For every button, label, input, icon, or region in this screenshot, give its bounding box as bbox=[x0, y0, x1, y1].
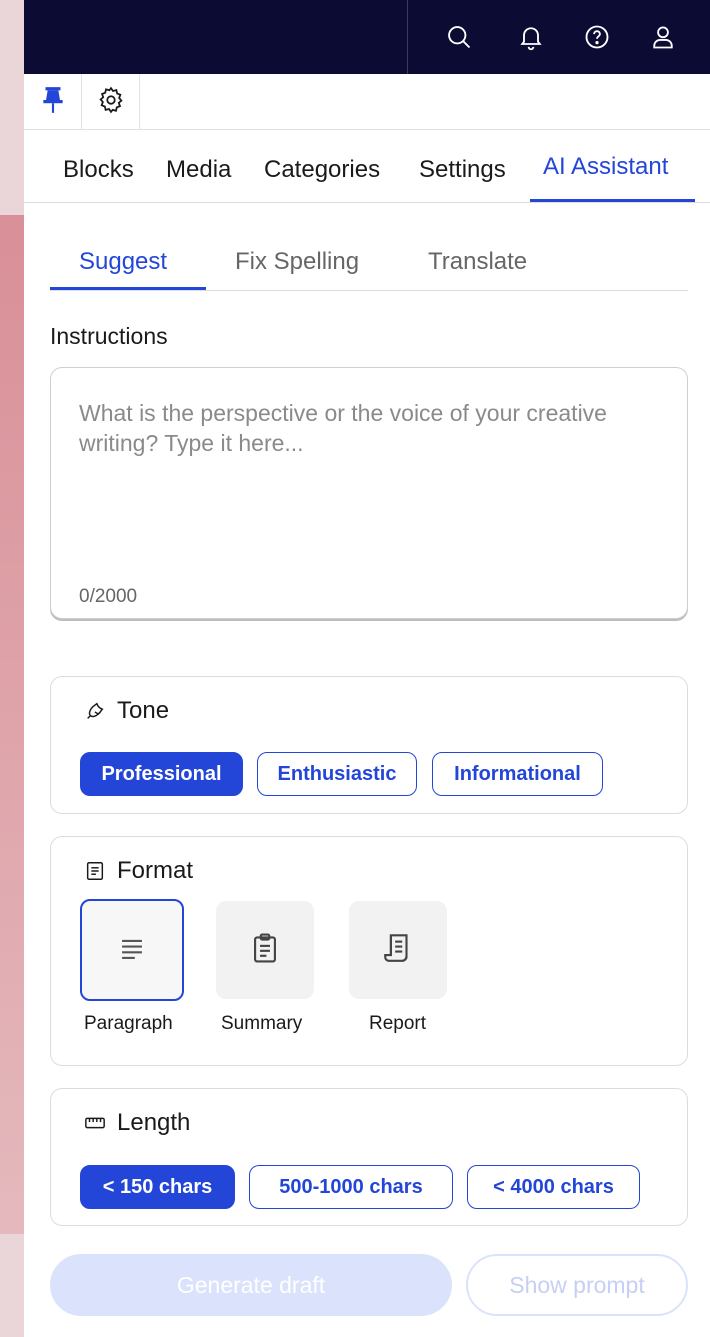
tone-option-enthusiastic[interactable]: Enthusiastic bbox=[257, 752, 417, 796]
ai-assistant-panel: Blocks Media Categories Settings AI Assi… bbox=[24, 0, 710, 1337]
bell-icon[interactable] bbox=[516, 22, 546, 52]
instructions-box: 0/2000 bbox=[50, 367, 688, 619]
format-title-text: Format bbox=[117, 857, 194, 884]
header-divider bbox=[407, 0, 408, 74]
generate-draft-button[interactable]: Generate draft bbox=[50, 1254, 452, 1316]
tone-title: Tone bbox=[83, 697, 169, 725]
document-icon bbox=[83, 859, 107, 883]
tab-blocks[interactable]: Blocks bbox=[63, 156, 134, 184]
format-label-report: Report bbox=[369, 1013, 427, 1034]
tone-section: Tone Professional Enthusiastic Informati… bbox=[50, 676, 688, 814]
length-section: Length < 150 chars 500-1000 chars < 4000… bbox=[50, 1088, 688, 1226]
format-label-paragraph: Paragraph bbox=[84, 1013, 173, 1034]
active-tab-indicator bbox=[530, 199, 695, 202]
length-title-text: Length bbox=[117, 1109, 191, 1136]
subtab-fix-spelling[interactable]: Fix Spelling bbox=[235, 248, 359, 276]
subtab-suggest[interactable]: Suggest bbox=[79, 248, 167, 276]
tone-option-informational[interactable]: Informational bbox=[432, 752, 603, 796]
help-icon[interactable] bbox=[582, 22, 612, 52]
pin-icon bbox=[40, 85, 66, 120]
length-option-500-1000[interactable]: 500-1000 chars bbox=[249, 1165, 453, 1209]
clipboard-icon bbox=[248, 931, 282, 970]
ruler-icon bbox=[83, 1111, 107, 1135]
format-section: Format Paragraph Summary Report bbox=[50, 836, 688, 1066]
instructions-input[interactable] bbox=[79, 398, 659, 548]
show-prompt-button[interactable]: Show prompt bbox=[466, 1254, 688, 1316]
tone-title-text: Tone bbox=[117, 697, 170, 724]
format-label-summary: Summary bbox=[221, 1013, 303, 1034]
length-option-4000[interactable]: < 4000 chars bbox=[467, 1165, 640, 1209]
format-title: Format bbox=[83, 857, 193, 885]
tab-ai-assistant[interactable]: AI Assistant bbox=[543, 153, 668, 181]
pin-button[interactable] bbox=[24, 74, 82, 130]
sub-tabs: Suggest Fix Spelling Translate bbox=[50, 203, 688, 291]
tab-media[interactable]: Media bbox=[166, 156, 231, 184]
search-icon[interactable] bbox=[444, 22, 474, 52]
paragraph-icon bbox=[115, 931, 149, 970]
character-counter: 0/2000 bbox=[79, 586, 138, 607]
scroll-icon bbox=[381, 931, 415, 970]
tab-categories[interactable]: Categories bbox=[264, 156, 380, 184]
gear-icon bbox=[96, 85, 126, 120]
length-title: Length bbox=[83, 1109, 190, 1137]
instructions-label: Instructions bbox=[50, 323, 168, 349]
format-option-report[interactable] bbox=[349, 901, 447, 999]
tone-option-professional[interactable]: Professional bbox=[80, 752, 243, 796]
subtab-translate[interactable]: Translate bbox=[428, 248, 527, 276]
format-option-paragraph[interactable] bbox=[80, 899, 184, 1001]
settings-button[interactable] bbox=[82, 74, 140, 130]
panel-toolbar bbox=[24, 74, 710, 130]
format-option-summary[interactable] bbox=[216, 901, 314, 999]
active-subtab-indicator bbox=[50, 287, 206, 290]
length-option-150[interactable]: < 150 chars bbox=[80, 1165, 235, 1209]
background-strip bbox=[0, 0, 24, 1337]
top-header bbox=[24, 0, 710, 74]
user-icon[interactable] bbox=[648, 22, 678, 52]
main-tabs: Blocks Media Categories Settings AI Assi… bbox=[24, 130, 710, 203]
tab-settings[interactable]: Settings bbox=[419, 156, 506, 184]
megaphone-icon bbox=[83, 699, 107, 723]
